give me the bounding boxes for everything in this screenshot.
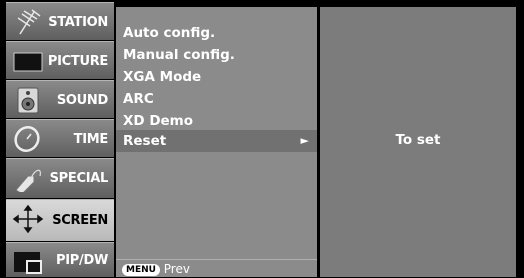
antenna-icon [12, 8, 46, 36]
menu-item-label: XD Demo [123, 113, 194, 129]
sidebar-item-label: PICTURE [47, 54, 108, 69]
picture-icon [12, 47, 46, 75]
menu-item-label: XGA Mode [123, 69, 202, 85]
submenu-panel: Auto config. Manual config. XGA Mode ARC… [116, 7, 317, 277]
sidebar-item-station[interactable]: STATION [6, 2, 114, 40]
menu-item-label: Auto config. [123, 25, 216, 41]
speaker-icon [12, 86, 46, 114]
prev-hint: MENU Prev [116, 259, 317, 277]
arrow-right-icon: ► [300, 134, 309, 147]
menu-item-label: Reset [123, 133, 167, 149]
osd-menu: STATION PICTURE SOUND TIME SPECIAL SCREE… [0, 0, 524, 277]
menu-item-manual-config[interactable]: Manual config. [116, 44, 317, 66]
screen-arrows-icon [12, 205, 46, 233]
prev-label: Prev [163, 262, 190, 276]
pip-icon [12, 248, 46, 276]
sidebar-item-picture[interactable]: PICTURE [6, 41, 114, 79]
menu-item-xga-mode[interactable]: XGA Mode [116, 66, 317, 88]
menu-item-auto-config[interactable]: Auto config. [116, 22, 317, 44]
sidebar: STATION PICTURE SOUND TIME SPECIAL SCREE… [0, 0, 116, 277]
sidebar-item-label: STATION [48, 15, 108, 30]
sidebar-item-label: SPECIAL [49, 171, 109, 186]
menu-key-button[interactable]: MENU [122, 264, 160, 276]
sidebar-item-screen[interactable]: SCREEN [6, 199, 114, 241]
detail-panel: To set [320, 7, 516, 277]
tag-icon [12, 164, 46, 192]
menu-item-label: ARC [123, 91, 154, 107]
menu-item-label: Manual config. [123, 47, 235, 63]
menu-item-reset[interactable]: Reset ► [116, 130, 317, 152]
menu-item-arc[interactable]: ARC [116, 88, 317, 110]
sidebar-item-time[interactable]: TIME [6, 119, 114, 157]
menu-item-xd-demo[interactable]: XD Demo [116, 110, 317, 132]
clock-icon [12, 125, 46, 153]
sidebar-item-label: SCREEN [52, 213, 108, 228]
sidebar-item-sound[interactable]: SOUND [6, 80, 114, 118]
sidebar-item-label: SOUND [56, 93, 108, 108]
sidebar-item-label: TIME [73, 132, 109, 147]
sidebar-item-special[interactable]: SPECIAL [6, 158, 114, 198]
sidebar-item-pipdw[interactable]: PIP/DW [6, 242, 114, 277]
sidebar-item-label: PIP/DW [56, 253, 108, 268]
to-set-label[interactable]: To set [320, 132, 516, 148]
